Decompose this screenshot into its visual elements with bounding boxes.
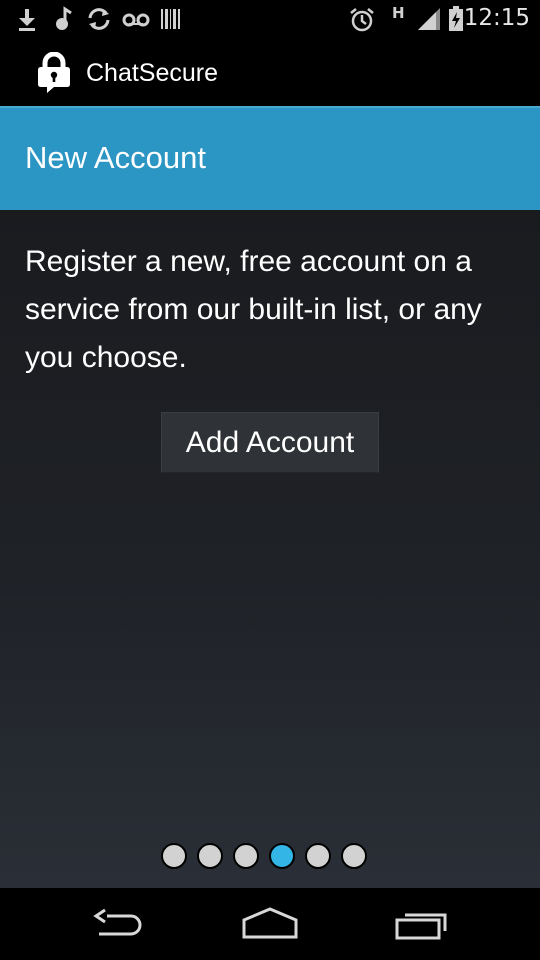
sync-icon bbox=[86, 6, 112, 32]
home-icon[interactable] bbox=[235, 904, 305, 944]
page-title: New Account bbox=[25, 140, 206, 175]
media-icon bbox=[52, 6, 76, 32]
voicemail-icon bbox=[122, 6, 150, 32]
download-icon bbox=[14, 6, 40, 32]
chat-lock-icon[interactable] bbox=[34, 51, 74, 94]
pager-dot[interactable] bbox=[197, 843, 223, 869]
signal-icon bbox=[416, 6, 442, 32]
battery-charging-icon bbox=[448, 6, 464, 32]
status-bar: H 12:15 bbox=[0, 0, 540, 38]
pager-dot[interactable] bbox=[233, 843, 259, 869]
alarm-icon bbox=[348, 6, 376, 32]
title-band: New Account bbox=[0, 106, 540, 210]
pager-dot-active[interactable] bbox=[269, 843, 295, 869]
description-text: Register a new, free account on a servic… bbox=[25, 245, 482, 374]
app-title: ChatSecure bbox=[86, 59, 219, 87]
screen: H 12:15 ChatSecure New Account Register … bbox=[0, 0, 540, 960]
pager-dot[interactable] bbox=[305, 843, 331, 869]
add-account-button[interactable]: Add Account bbox=[161, 412, 379, 473]
pager-dot[interactable] bbox=[161, 843, 187, 869]
recent-apps-icon[interactable] bbox=[386, 904, 456, 944]
status-time: 12:15 bbox=[463, 5, 530, 31]
back-icon[interactable] bbox=[85, 904, 155, 944]
network-type-label: H bbox=[392, 4, 405, 22]
action-bar: ChatSecure bbox=[0, 38, 540, 106]
barcode-icon bbox=[160, 6, 182, 32]
navigation-bar bbox=[0, 888, 540, 960]
pager-dot[interactable] bbox=[341, 843, 367, 869]
main-content: Register a new, free account on a servic… bbox=[0, 210, 540, 888]
page-indicator bbox=[0, 842, 540, 870]
